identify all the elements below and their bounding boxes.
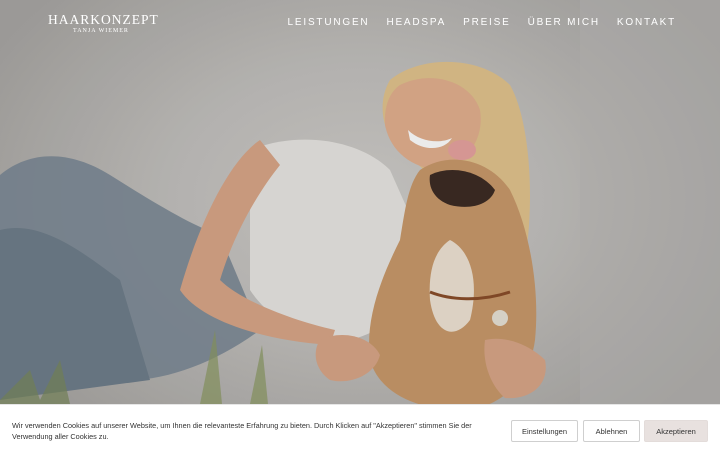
nav-item-kontakt[interactable]: KONTAKT (617, 17, 676, 28)
hero-photo (0, 0, 720, 450)
cookie-banner: Wir verwenden Cookies auf unserer Websit… (0, 404, 720, 450)
nav-item-headspa[interactable]: HEADSPA (386, 17, 446, 28)
cookie-reject-button[interactable]: Ablehnen (583, 420, 640, 442)
logo-title: HAARKONZEPT (48, 12, 159, 27)
hero-section: HAARKONZEPT TANJA WIEMER LEISTUNGEN HEAD… (0, 0, 720, 450)
cookie-accept-button[interactable]: Akzeptieren (644, 420, 708, 442)
cookie-settings-button[interactable]: Einstellungen (511, 420, 578, 442)
nav-item-ueber-mich[interactable]: ÜBER MICH (528, 17, 600, 28)
logo[interactable]: HAARKONZEPT TANJA WIEMER (48, 12, 159, 35)
main-nav: LEISTUNGEN HEADSPA PREISE ÜBER MICH KONT… (288, 17, 676, 28)
cookie-text: Wir verwenden Cookies auf unserer Websit… (12, 421, 472, 441)
nav-item-leistungen[interactable]: LEISTUNGEN (288, 17, 370, 28)
nav-item-preise[interactable]: PREISE (463, 17, 510, 28)
logo-subtitle: TANJA WIEMER (73, 28, 129, 34)
